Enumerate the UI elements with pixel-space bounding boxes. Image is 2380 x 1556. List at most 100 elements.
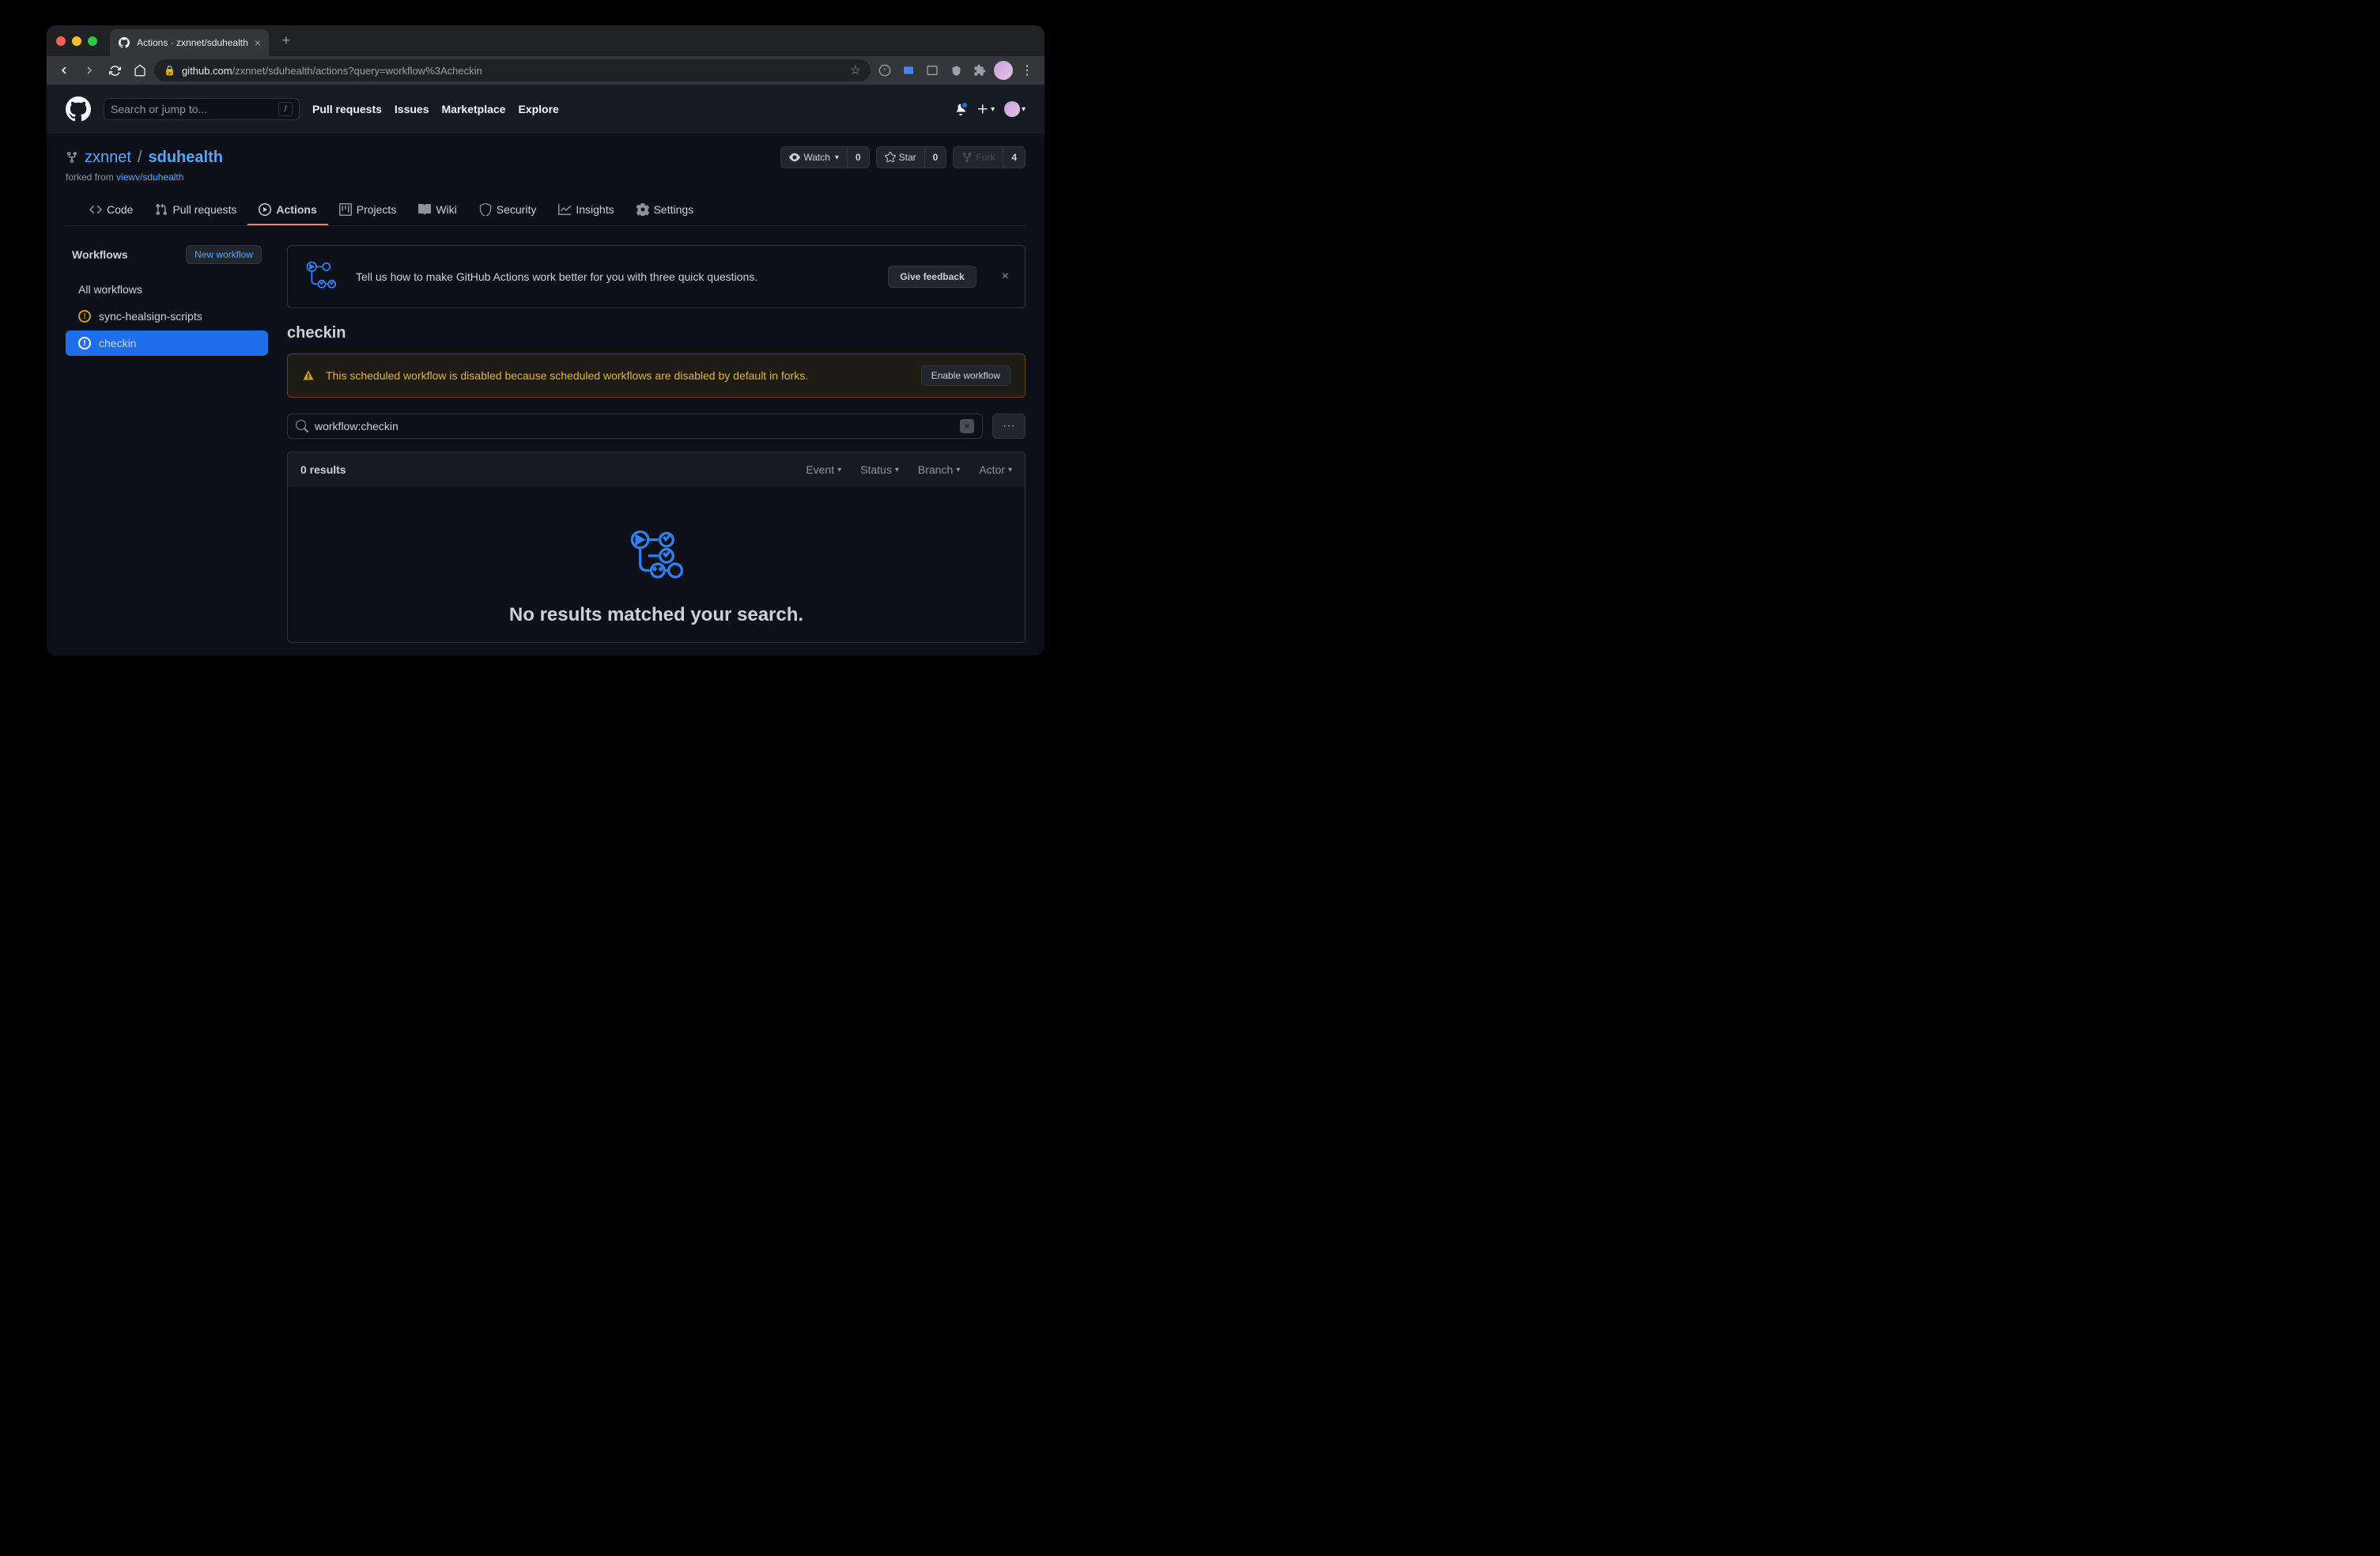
repo-name-link[interactable]: sduhealth <box>149 149 223 167</box>
nav-pulls[interactable]: Pull requests <box>312 103 382 115</box>
tab-insights[interactable]: Insights <box>547 195 625 225</box>
sidebar-title: Workflows <box>72 248 128 261</box>
browser-tab[interactable]: Actions · zxnnet/sduhealth × <box>110 29 269 56</box>
bookmark-star-icon[interactable]: ☆ <box>850 62 861 78</box>
tab-settings[interactable]: Settings <box>625 195 705 225</box>
sidebar-item-checkin[interactable]: checkin <box>66 330 268 356</box>
back-button[interactable] <box>53 59 75 81</box>
window-minimize-button[interactable] <box>72 36 81 46</box>
repo-tabs: Code Pull requests Actions Projects Wiki… <box>66 195 1026 226</box>
window-controls <box>56 36 97 46</box>
content-area: Tell us how to make GitHub Actions work … <box>287 245 1026 653</box>
page-title: checkin <box>287 324 1026 342</box>
clear-filter-button[interactable]: × <box>960 419 974 433</box>
tab-pulls[interactable]: Pull requests <box>144 195 247 225</box>
tab-actions[interactable]: Actions <box>247 195 327 225</box>
github-header: Search or jump to... / Pull requests Iss… <box>47 85 1045 134</box>
tab-title: Actions · zxnnet/sduhealth <box>137 37 248 48</box>
empty-state: No results matched your search. <box>288 487 1025 642</box>
profile-button[interactable] <box>992 59 1014 81</box>
reload-button[interactable] <box>104 59 126 81</box>
sidebar-item-label: checkin <box>99 337 136 349</box>
user-menu[interactable]: ▾ <box>1004 101 1026 117</box>
extension-icon[interactable] <box>874 59 896 81</box>
fork-icon <box>66 151 78 164</box>
tab-close-button[interactable]: × <box>255 36 261 49</box>
create-new-button[interactable]: ▾ <box>977 103 995 115</box>
search-icon <box>296 420 308 432</box>
nav-marketplace[interactable]: Marketplace <box>442 103 506 115</box>
filter-input[interactable] <box>315 420 954 432</box>
notifications-button[interactable] <box>954 103 967 115</box>
close-icon[interactable]: × <box>1002 270 1009 284</box>
github-nav: Pull requests Issues Marketplace Explore <box>312 103 559 115</box>
lock-icon: 🔒 <box>164 65 176 76</box>
more-options-button[interactable]: ··· <box>992 414 1026 439</box>
filter-status[interactable]: Status▾ <box>860 463 899 476</box>
extension-icon[interactable] <box>897 59 920 81</box>
window-maximize-button[interactable] <box>88 36 97 46</box>
window-close-button[interactable] <box>56 36 66 46</box>
tab-code[interactable]: Code <box>78 195 144 225</box>
empty-state-title: No results matched your search. <box>304 604 1009 626</box>
warning-icon <box>302 369 315 382</box>
filter-row: × ··· <box>287 414 1026 439</box>
give-feedback-button[interactable]: Give feedback <box>888 266 976 288</box>
extension-icon[interactable] <box>945 59 967 81</box>
nav-explore[interactable]: Explore <box>518 103 558 115</box>
repo-header: zxnnet / sduhealth Watch▾ 0 Star 0 Fork … <box>47 134 1045 226</box>
address-bar[interactable]: 🔒 github.com/zxnnet/sduhealth/actions?qu… <box>154 59 871 81</box>
star-button-group[interactable]: Star 0 <box>876 146 947 168</box>
nav-issues[interactable]: Issues <box>395 103 429 115</box>
feedback-banner: Tell us how to make GitHub Actions work … <box>287 245 1026 308</box>
results-header: 0 results Event▾ Status▾ Branch▾ Actor▾ <box>288 452 1025 487</box>
tab-projects[interactable]: Projects <box>328 195 408 225</box>
notification-indicator <box>961 101 969 109</box>
avatar <box>1004 101 1020 117</box>
feedback-text: Tell us how to make GitHub Actions work … <box>356 270 872 283</box>
actions-icon <box>304 259 340 295</box>
forward-button[interactable] <box>78 59 100 81</box>
enable-workflow-button[interactable]: Enable workflow <box>921 365 1011 386</box>
sidebar-item-sync[interactable]: sync-healsign-scripts <box>66 304 268 329</box>
repo-separator: / <box>138 149 142 167</box>
sidebar-item-label: All workflows <box>78 283 142 296</box>
github-search[interactable]: Search or jump to... / <box>104 98 300 120</box>
warning-banner: This scheduled workflow is disabled beca… <box>287 353 1026 398</box>
tab-wiki[interactable]: Wiki <box>407 195 467 225</box>
sidebar-item-all[interactable]: All workflows <box>66 277 268 302</box>
tab-security[interactable]: Security <box>468 195 548 225</box>
fork-button-group[interactable]: Fork 4 <box>953 146 1026 168</box>
watch-button-group[interactable]: Watch▾ 0 <box>780 146 869 168</box>
sidebar-item-label: sync-healsign-scripts <box>99 310 202 323</box>
github-favicon <box>118 36 130 49</box>
workflows-sidebar: Workflows New workflow All workflows syn… <box>66 245 268 653</box>
empty-state-icon <box>304 527 1009 585</box>
filter-branch[interactable]: Branch▾ <box>918 463 960 476</box>
new-workflow-button[interactable]: New workflow <box>186 245 262 264</box>
filter-event[interactable]: Event▾ <box>806 463 841 476</box>
extension-icon[interactable] <box>921 59 943 81</box>
warning-text: This scheduled workflow is disabled beca… <box>326 369 910 382</box>
browser-menu-button[interactable]: ⋮ <box>1016 59 1038 81</box>
filter-actor[interactable]: Actor▾ <box>979 463 1012 476</box>
forked-from-text: forked from viewv/sduhealth <box>66 172 1026 183</box>
browser-toolbar: 🔒 github.com/zxnnet/sduhealth/actions?qu… <box>47 56 1045 85</box>
results-box: 0 results Event▾ Status▾ Branch▾ Actor▾ … <box>287 451 1026 643</box>
extensions-button[interactable] <box>969 59 991 81</box>
url-text: github.com/zxnnet/sduhealth/actions?quer… <box>182 65 482 77</box>
forked-from-link[interactable]: viewv/sduhealth <box>116 172 183 183</box>
filter-input-wrapper[interactable]: × <box>287 414 983 439</box>
browser-window: Actions · zxnnet/sduhealth × + 🔒 github.… <box>47 25 1045 655</box>
search-slash-hint: / <box>278 102 293 116</box>
workflow-status-icon <box>78 337 91 349</box>
main-content: Workflows New workflow All workflows syn… <box>47 226 1045 655</box>
search-placeholder: Search or jump to... <box>111 103 278 115</box>
workflow-status-icon <box>78 310 91 323</box>
browser-tab-bar: Actions · zxnnet/sduhealth × + <box>47 25 1045 56</box>
new-tab-button[interactable]: + <box>275 32 297 49</box>
repo-owner-link[interactable]: zxnnet <box>85 149 131 167</box>
github-logo[interactable] <box>66 96 91 122</box>
home-button[interactable] <box>129 59 151 81</box>
results-count: 0 results <box>300 463 346 476</box>
